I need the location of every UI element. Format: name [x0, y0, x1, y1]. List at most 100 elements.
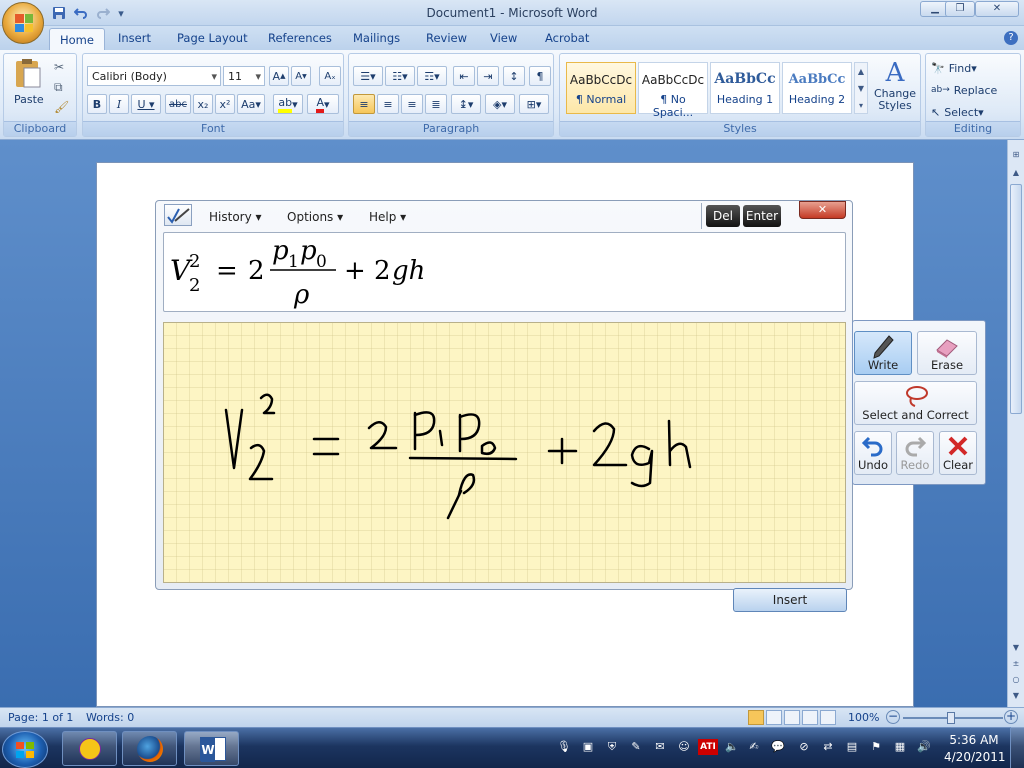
- tray-monitor-icon[interactable]: ▤: [844, 739, 860, 755]
- tray-mail-icon[interactable]: ✉: [652, 739, 668, 755]
- select-and-correct-button[interactable]: Select and Correct: [854, 381, 977, 425]
- tray-smiley-icon[interactable]: ☺: [676, 739, 692, 755]
- taskbar-firefox[interactable]: [122, 731, 177, 766]
- align-left-icon[interactable]: ≡: [353, 94, 375, 114]
- help-menu[interactable]: Help ▾: [369, 210, 406, 224]
- tray-mic-icon[interactable]: 🎙: [556, 739, 572, 755]
- tray-speaker-icon[interactable]: 🔊: [916, 739, 932, 755]
- select-button[interactable]: ↖ Select ▾: [930, 102, 1018, 122]
- help-icon[interactable]: ?: [1004, 31, 1018, 45]
- underline-icon[interactable]: U ▾: [131, 94, 161, 114]
- format-painter-icon[interactable]: 🖌: [54, 100, 69, 114]
- numbering-icon[interactable]: ☷▾: [385, 66, 415, 86]
- tab-insert[interactable]: Insert: [118, 31, 151, 45]
- office-button[interactable]: [2, 2, 44, 44]
- decrease-indent-icon[interactable]: ⇤: [453, 66, 475, 86]
- superscript-icon[interactable]: x²: [215, 94, 235, 114]
- show-formatting-icon[interactable]: ¶: [529, 66, 551, 86]
- replace-button[interactable]: ab→ Replace: [930, 80, 1018, 100]
- tab-mailings[interactable]: Mailings: [353, 31, 400, 45]
- style-heading-2[interactable]: AaBbCc Heading 2: [782, 62, 852, 114]
- taskbar-word[interactable]: W: [184, 731, 239, 766]
- close-panel-button[interactable]: ✕: [799, 201, 846, 219]
- strikethrough-icon[interactable]: abc: [165, 94, 191, 114]
- tray-tablet-icon[interactable]: ▣: [580, 739, 596, 755]
- italic-icon[interactable]: I: [109, 94, 129, 114]
- subscript-icon[interactable]: x₂: [193, 94, 213, 114]
- style-no-spacing[interactable]: AaBbCcDc ¶ No Spaci...: [638, 62, 708, 119]
- write-button[interactable]: Write: [854, 331, 912, 375]
- bold-icon[interactable]: B: [87, 94, 107, 114]
- tray-flag-icon[interactable]: ⚑: [868, 739, 884, 755]
- shading-icon[interactable]: ◈▾: [485, 94, 515, 114]
- draft-icon[interactable]: [820, 710, 836, 725]
- erase-button[interactable]: Erase: [917, 331, 977, 375]
- history-menu[interactable]: History ▾: [209, 210, 262, 224]
- style-normal[interactable]: AaBbCcDc ¶ Normal: [566, 62, 636, 114]
- highlight-color-icon[interactable]: ab ▾: [273, 94, 303, 114]
- print-layout-icon[interactable]: [748, 710, 764, 725]
- undo-button[interactable]: Undo: [854, 431, 892, 475]
- change-case-icon[interactable]: Aa▾: [237, 94, 265, 114]
- writing-pad[interactable]: [163, 322, 846, 583]
- taskbar-yahoo-messenger[interactable]: [62, 731, 117, 766]
- tray-edit-icon[interactable]: ✍: [746, 739, 762, 755]
- align-right-icon[interactable]: ≡: [401, 94, 423, 114]
- cut-icon[interactable]: ✂: [54, 60, 64, 74]
- shrink-font-icon[interactable]: A ▼: [291, 66, 311, 86]
- tray-ati-icon[interactable]: ATI: [698, 739, 718, 755]
- tray-security-icon[interactable]: ⛨: [604, 739, 620, 755]
- tray-chat-icon[interactable]: 💬: [770, 739, 786, 755]
- outline-icon[interactable]: [802, 710, 818, 725]
- tray-network-icon[interactable]: ⇄: [820, 739, 836, 755]
- full-screen-reading-icon[interactable]: [766, 710, 782, 725]
- start-button[interactable]: [2, 731, 48, 768]
- font-color-icon[interactable]: A ▾: [307, 94, 339, 114]
- close-window-button[interactable]: ✕: [975, 1, 1019, 17]
- redo-button[interactable]: Redo: [896, 431, 934, 475]
- show-desktop-button[interactable]: [1010, 727, 1024, 768]
- styles-gallery-scroll[interactable]: ▲ ▼ ▾: [854, 62, 868, 114]
- zoom-out-icon[interactable]: −: [886, 710, 900, 724]
- clear-button[interactable]: Clear: [939, 431, 977, 475]
- taskbar-clock[interactable]: 5:36 AM 4/20/2011: [944, 732, 1006, 766]
- browse-object-icons[interactable]: ▼ ± ○ ▼: [1010, 640, 1022, 704]
- tray-volume-icon[interactable]: 🔈: [724, 739, 740, 755]
- ruler-toggle-icon[interactable]: ⊞: [1010, 150, 1022, 162]
- sort-icon[interactable]: ↕: [503, 66, 525, 86]
- tab-view[interactable]: View: [490, 31, 517, 45]
- insert-button[interactable]: Insert: [733, 588, 847, 612]
- word-count[interactable]: Words: 0: [86, 711, 134, 724]
- tray-blocked-icon[interactable]: ⊘: [796, 739, 812, 755]
- font-size-combo[interactable]: 11 ▾: [223, 66, 265, 86]
- tray-pen-icon[interactable]: ✎: [628, 739, 644, 755]
- maximize-button[interactable]: ❐: [945, 1, 975, 17]
- options-menu[interactable]: Options ▾: [287, 210, 343, 224]
- tab-review[interactable]: Review: [426, 31, 467, 45]
- scroll-thumb[interactable]: [1010, 184, 1022, 414]
- zoom-slider-thumb[interactable]: [947, 712, 955, 724]
- line-spacing-icon[interactable]: ↨▾: [451, 94, 481, 114]
- del-button[interactable]: Del: [706, 205, 740, 227]
- zoom-in-icon[interactable]: +: [1004, 710, 1018, 724]
- zoom-level[interactable]: 100%: [848, 711, 879, 724]
- tab-acrobat[interactable]: Acrobat: [545, 31, 589, 45]
- scroll-up-icon[interactable]: ▲: [1010, 168, 1022, 180]
- vertical-scrollbar[interactable]: ⊞ ▲ ▼ ± ○ ▼: [1007, 140, 1024, 707]
- grow-font-icon[interactable]: A ▲: [269, 66, 289, 86]
- copy-icon[interactable]: ⧉: [54, 80, 63, 95]
- tray-device-icon[interactable]: ▦: [892, 739, 908, 755]
- borders-icon[interactable]: ⊞▾: [519, 94, 549, 114]
- page-count[interactable]: Page: 1 of 1: [8, 711, 73, 724]
- change-styles-button[interactable]: A Change Styles: [872, 58, 918, 118]
- font-name-combo[interactable]: Calibri (Body) ▾: [87, 66, 221, 86]
- style-heading-1[interactable]: AaBbCc Heading 1: [710, 62, 780, 114]
- justify-icon[interactable]: ≣: [425, 94, 447, 114]
- bullets-icon[interactable]: ☰▾: [353, 66, 383, 86]
- tab-references[interactable]: References: [268, 31, 332, 45]
- find-button[interactable]: 🔭 Find ▾: [930, 58, 1018, 78]
- multilevel-list-icon[interactable]: ☶▾: [417, 66, 447, 86]
- align-center-icon[interactable]: ≡: [377, 94, 399, 114]
- tab-page-layout[interactable]: Page Layout: [177, 31, 248, 45]
- web-layout-icon[interactable]: [784, 710, 800, 725]
